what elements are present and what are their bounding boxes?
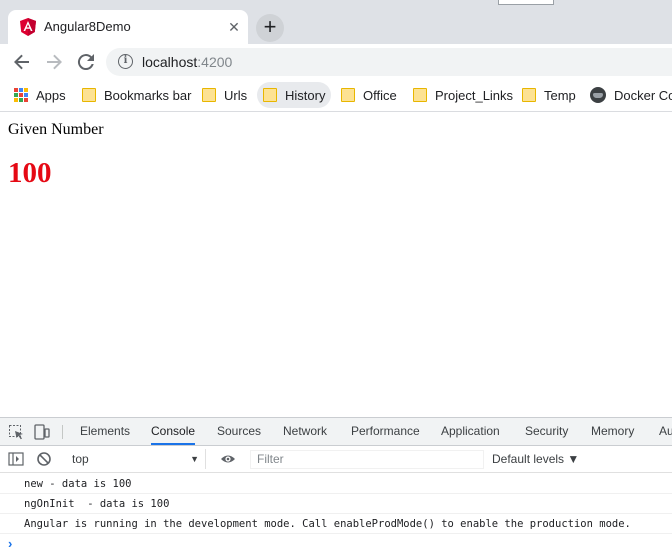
url-port: :4200 <box>197 54 233 70</box>
site-info-icon[interactable]: i <box>118 54 133 69</box>
url-host: localhost <box>142 54 198 70</box>
tab-sources[interactable]: Sources <box>217 418 261 445</box>
context-select[interactable]: top ▼ <box>64 449 206 469</box>
tab-security[interactable]: Security <box>525 418 568 445</box>
folder-icon <box>82 88 96 102</box>
folder-icon <box>413 88 427 102</box>
folder-icon <box>341 88 355 102</box>
inspect-element-icon[interactable] <box>8 424 24 440</box>
tab-audits[interactable]: Au <box>659 418 672 445</box>
given-number-label: Given Number <box>8 121 104 138</box>
tab-title: Angular8Demo <box>44 19 131 34</box>
new-tab-button[interactable]: + <box>256 14 284 42</box>
bookmark-history[interactable]: History <box>257 82 332 108</box>
filter-input[interactable]: Filter <box>250 450 484 469</box>
bookmark-label: Docker Con <box>614 87 672 103</box>
context-value: top <box>72 452 89 466</box>
bookmark-project-links[interactable]: Project_Links <box>407 82 519 108</box>
window-control[interactable] <box>498 0 554 5</box>
address-bar[interactable]: i localhost:4200 <box>106 48 672 76</box>
bookmark-temp[interactable]: Temp <box>516 82 582 108</box>
bookmark-label: Temp <box>544 87 576 103</box>
tab-network[interactable]: Network <box>283 418 327 445</box>
console-message: ngOnInit - data is 100 <box>0 494 672 514</box>
forward-icon[interactable] <box>42 50 66 74</box>
sidebar-toggle-icon[interactable] <box>8 451 24 467</box>
clear-console-icon[interactable] <box>36 451 52 467</box>
devtools-tab-bar: Elements Console Sources Network Perform… <box>0 418 672 446</box>
console-toolbar: top ▼ Filter Default levels ▼ <box>0 446 672 473</box>
given-number-value: 100 <box>8 157 52 189</box>
bookmark-docker[interactable]: Docker Con <box>584 82 672 108</box>
bookmark-label: Bookmarks bar <box>104 87 192 103</box>
devtools-panel: Elements Console Sources Network Perform… <box>0 417 672 559</box>
chevron-down-icon: ▼ <box>190 454 199 464</box>
tab-close-icon[interactable]: ✕ <box>226 19 242 35</box>
back-icon[interactable] <box>10 50 34 74</box>
browser-toolbar: i localhost:4200 <box>0 44 672 80</box>
folder-icon <box>202 88 216 102</box>
console-message: Angular is running in the development mo… <box>0 514 672 534</box>
tab-memory[interactable]: Memory <box>591 418 634 445</box>
tab-strip: Angular8Demo ✕ + <box>0 0 672 44</box>
tab-elements[interactable]: Elements <box>80 418 130 445</box>
bookmark-label: Apps <box>36 87 66 103</box>
tab-application[interactable]: Application <box>441 418 500 445</box>
angular-logo-icon <box>20 18 36 36</box>
folder-icon <box>263 88 277 102</box>
folder-icon <box>522 88 536 102</box>
console-message: new - data is 100 <box>0 474 672 494</box>
eye-icon[interactable] <box>220 451 236 467</box>
bookmark-bookmarks-bar[interactable]: Bookmarks bar <box>76 82 197 108</box>
device-toolbar-icon[interactable] <box>34 424 50 440</box>
docker-icon <box>590 87 606 103</box>
url-text: localhost:4200 <box>142 54 232 70</box>
bookmark-office[interactable]: Office <box>335 82 403 108</box>
tab-console[interactable]: Console <box>151 418 196 445</box>
bookmark-urls[interactable]: Urls <box>196 82 253 108</box>
browser-tab[interactable]: Angular8Demo ✕ <box>8 10 248 44</box>
console-prompt-icon[interactable]: › <box>8 536 12 551</box>
bookmark-label: Office <box>363 87 397 103</box>
page-content: Given Number 100 <box>0 113 672 417</box>
reload-icon[interactable] <box>74 50 98 74</box>
bookmark-label: Urls <box>224 87 248 103</box>
bookmark-apps[interactable]: Apps <box>8 82 72 108</box>
bookmarks-bar: Apps Bookmarks bar Urls History Office P… <box>0 80 672 112</box>
apps-grid-icon <box>14 88 28 102</box>
bookmark-label: History <box>285 87 326 103</box>
divider <box>62 425 63 439</box>
bookmark-label: Project_Links <box>435 87 514 103</box>
log-levels-dropdown[interactable]: Default levels ▼ <box>492 450 579 469</box>
tab-performance[interactable]: Performance <box>351 418 420 445</box>
